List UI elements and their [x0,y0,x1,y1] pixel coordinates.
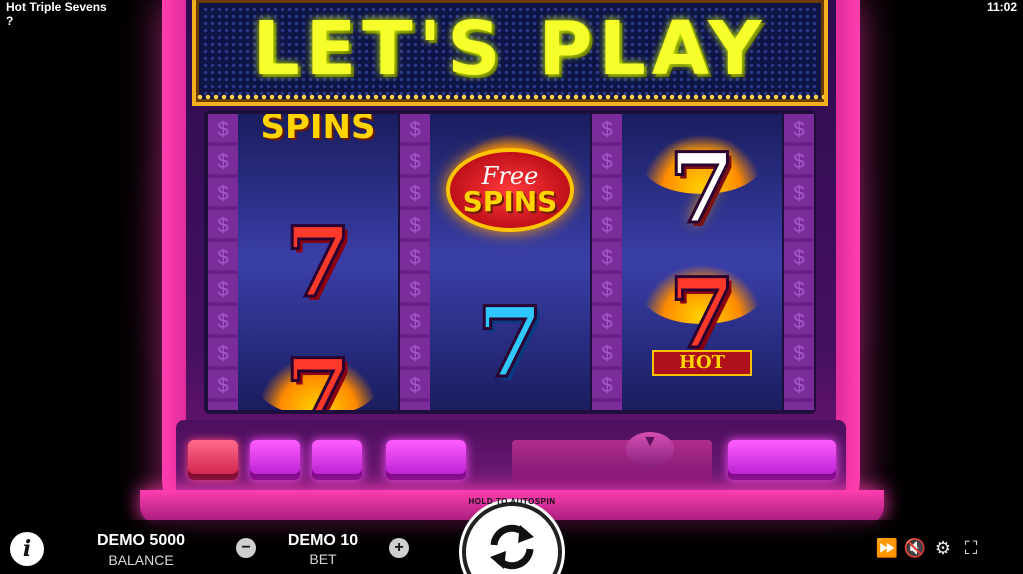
decrease-bet-button[interactable]: − [236,538,256,558]
reel-divider: $ $ $ $ $ $ $ $ $ [592,114,622,410]
settings-icon[interactable]: ⚙ [931,536,955,560]
reel-2: Free SPINS 7 [430,114,590,410]
free-spins-symbol-partial: SPINS [260,114,376,147]
panel-button-2[interactable] [312,440,362,480]
panel-button-3[interactable] [386,440,466,480]
title: Hot Triple Sevens [6,0,107,14]
panel-button-red[interactable] [188,440,238,480]
fullscreen-icon[interactable]: ⛶ [959,536,983,560]
marquee-lights [196,94,824,100]
turbo-icon[interactable]: ⏩ [875,536,899,560]
bet-label: BET [309,551,337,567]
hot-seven-symbol-partial: 7 [238,345,398,410]
control-icons: ⏩ 🔇 ⚙ ⛶ [875,536,983,560]
panel-button-1[interactable] [250,440,300,480]
marquee-sign: LET'S PLAY [192,0,828,106]
balance-value: DEMO 5000 [96,532,186,549]
free-spins-symbol: Free SPINS [430,130,590,250]
sound-icon[interactable]: 🔇 [903,536,927,560]
lever-base [512,440,712,484]
info-button[interactable]: i [10,532,44,566]
clock: 11:02 [986,0,1017,14]
reel-1: SPINS 7 7 [238,114,398,410]
lever-knob[interactable]: ▼ [626,432,674,466]
blue-seven-symbol: 7 [475,286,545,399]
hot-banner: HOT [652,350,752,376]
spin-icon [490,524,534,570]
autospin-hint: HOLD TO AUTOSPIN [468,497,556,506]
reel-3: 7 7 HOT [622,114,782,410]
panel-button-large[interactable] [728,440,836,480]
reel-divider: $ $ $ $ $ $ $ $ $ [208,114,238,410]
reel-divider: $ $ $ $ $ $ $ $ $ [400,114,430,410]
reel-divider: $ $ $ $ $ $ $ $ $ [784,114,814,410]
free-spins-badge: Free SPINS [446,148,574,232]
balance-label: BALANCE [108,552,174,568]
white-seven-symbol: 7 [622,134,782,244]
increase-bet-button[interactable]: + [389,538,409,558]
bet-value: DEMO 10 [287,532,359,549]
marquee-text: LET'S PLAY [252,6,768,92]
help-button[interactable]: ? [6,14,13,28]
red-seven-symbol: 7 [283,206,353,319]
hot-seven-symbol: 7 HOT [622,264,782,384]
